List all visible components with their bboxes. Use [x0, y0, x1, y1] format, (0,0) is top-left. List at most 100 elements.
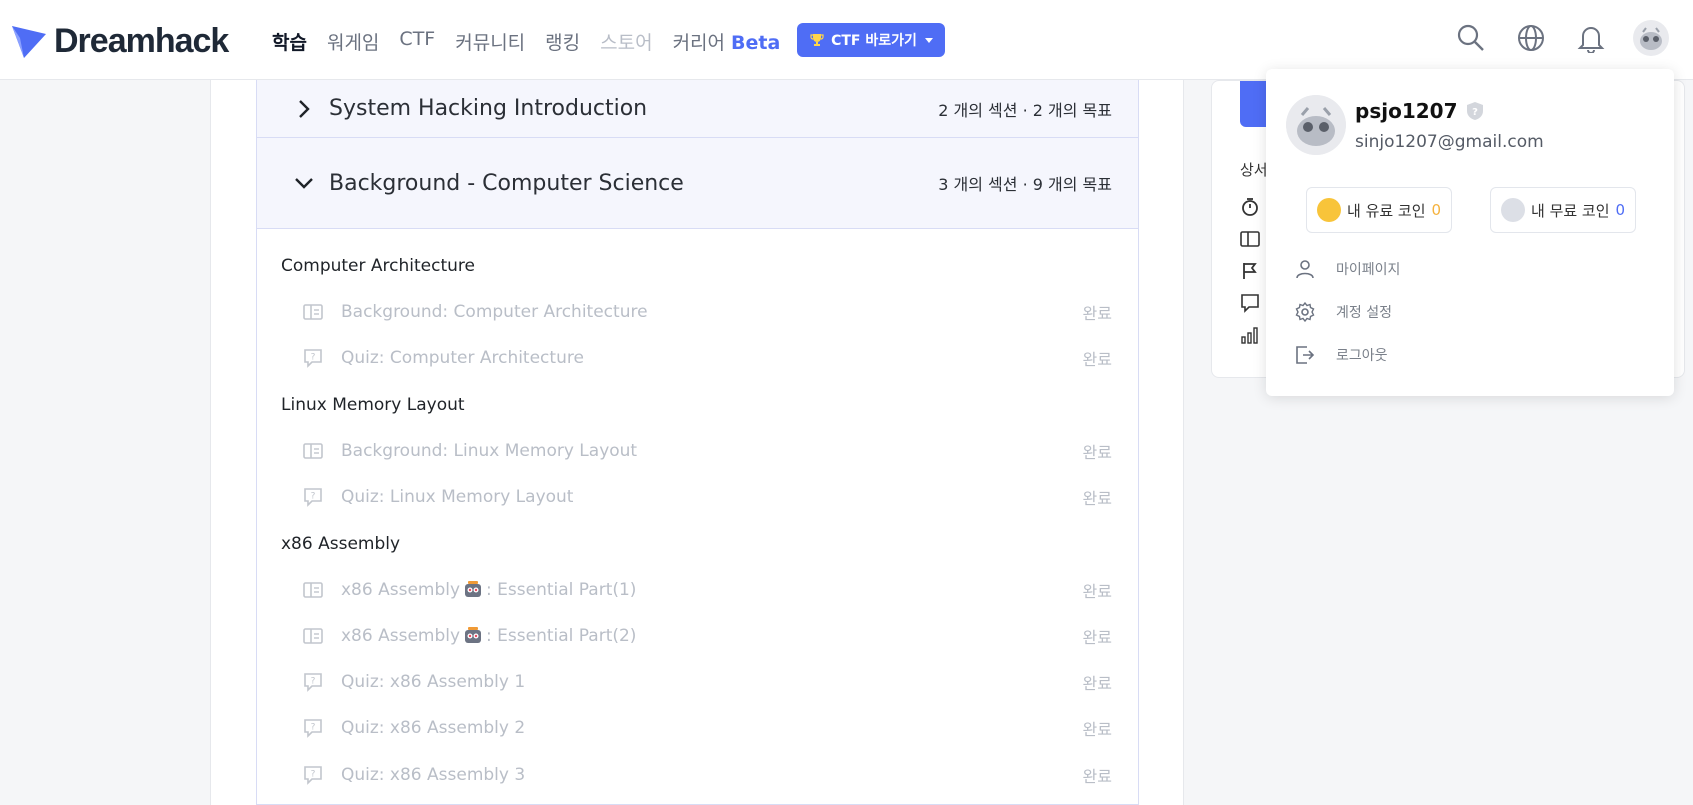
lesson-title: Quiz: Linux Memory Layout: [341, 487, 574, 507]
nav-wargame[interactable]: 워게임: [327, 28, 379, 55]
lesson-title: Quiz: x86 Assembly 1: [341, 672, 526, 692]
profile-avatar: [1286, 95, 1346, 155]
menu-item-label: 계정 설정: [1336, 305, 1392, 321]
lesson-status: 완료: [1082, 489, 1112, 508]
book-icon: [303, 302, 323, 322]
username-text: psjo1207: [1355, 99, 1458, 123]
chevron-down-icon: [287, 166, 321, 200]
menu-item-mypage[interactable]: 마이페이지: [1294, 255, 1400, 283]
quiz-icon: ?: [303, 672, 323, 692]
quiz-icon: ?: [303, 487, 323, 507]
book-icon: [303, 441, 323, 461]
nav-career-label: 커리어: [672, 32, 726, 54]
menu-item-account-settings[interactable]: 계정 설정: [1294, 298, 1392, 326]
quiz-icon: ?: [303, 765, 323, 785]
nav-ranking[interactable]: 랭킹: [545, 28, 580, 55]
lesson-status: 완료: [1082, 582, 1112, 601]
lesson-title-suffix: : Essential Part(1): [486, 580, 637, 600]
curriculum-card: System Hacking Introduction 2 개의 섹션 · 2 …: [256, 80, 1139, 805]
paid-coin-label: 내 유료 코인: [1347, 201, 1426, 220]
beta-badge: Beta: [731, 32, 781, 54]
svg-text:?: ?: [311, 353, 316, 363]
profile-email: sinjo1207@gmail.com: [1355, 132, 1544, 152]
bell-icon[interactable]: [1573, 20, 1609, 56]
lesson-title: Quiz: x86 Assembly 2: [341, 718, 526, 738]
header-actions: [1453, 20, 1669, 56]
bar-chart-icon: [1241, 327, 1258, 344]
lesson-title: x86 Assembly : Essential Part(1): [341, 580, 1083, 600]
svg-text:?: ?: [1473, 107, 1479, 118]
lesson-status: 완료: [1082, 350, 1112, 369]
nav-career[interactable]: 커리어 Beta: [673, 28, 781, 55]
lesson-status: 완료: [1082, 767, 1112, 786]
paid-coin-value: 0: [1431, 201, 1442, 219]
svg-text:?: ?: [311, 677, 316, 687]
section-header-background-cs[interactable]: Background - Computer Science 3 개의 섹션 · …: [257, 138, 1138, 229]
section-meta: 2 개의 섹션 · 2 개의 목표: [938, 100, 1112, 120]
book-icon: [303, 580, 323, 600]
lesson-title: Background: Linux Memory Layout: [341, 441, 638, 461]
free-coin-label: 내 무료 코인: [1531, 201, 1610, 220]
free-coin-button[interactable]: 내 무료 코인 0: [1490, 187, 1637, 233]
paid-coin-button[interactable]: 내 유료 코인 0: [1306, 187, 1453, 233]
svg-text:?: ?: [311, 492, 316, 502]
group-title-linux-memory-layout: Linux Memory Layout: [281, 395, 465, 415]
dreamhack-logo[interactable]: Dreamhack: [10, 22, 229, 61]
lesson-item[interactable]: ? Quiz: x86 Assembly 3 완료: [303, 761, 1112, 789]
nav-store[interactable]: 스토어: [600, 28, 652, 55]
group-title-computer-architecture: Computer Architecture: [281, 256, 475, 276]
lesson-status: 완료: [1082, 443, 1112, 462]
robot-emoji-icon: [465, 627, 482, 643]
section-title: System Hacking Introduction: [329, 96, 648, 121]
lesson-title-suffix: : Essential Part(2): [486, 626, 637, 646]
user-icon: [1294, 258, 1316, 280]
lesson-status: 완료: [1082, 304, 1112, 323]
chevron-down-icon: [924, 37, 933, 43]
nav-ctf[interactable]: CTF: [399, 28, 435, 55]
lesson-item[interactable]: Background: Linux Memory Layout 완료: [303, 437, 1112, 465]
lesson-item[interactable]: Background: Computer Architecture 완료: [303, 298, 1112, 326]
flag-icon: [1243, 263, 1257, 279]
side-panel-label: 상서: [1240, 161, 1268, 179]
top-navigation-bar: Dreamhack 학습 워게임 CTF 커뮤니티 랭킹 스토어 커리어 Beta…: [0, 0, 1693, 80]
user-avatar[interactable]: [1633, 20, 1669, 56]
free-coin-value: 0: [1615, 201, 1626, 219]
brand-name: Dreamhack: [54, 22, 229, 60]
trophy-icon: [810, 34, 824, 46]
shield-badge-icon: ?: [1467, 102, 1484, 120]
lesson-item[interactable]: ? Quiz: x86 Assembly 2 완료: [303, 714, 1112, 742]
robot-emoji-icon: [465, 581, 482, 597]
dreamhack-logo-icon: [12, 25, 46, 58]
lesson-status: 완료: [1082, 628, 1112, 647]
lesson-status: 완료: [1082, 720, 1112, 739]
section-header-system-hacking[interactable]: System Hacking Introduction 2 개의 섹션 · 2 …: [257, 80, 1138, 138]
svg-text:?: ?: [311, 723, 316, 733]
paid-coin-icon: [1317, 198, 1341, 222]
gear-icon: [1294, 301, 1316, 323]
section-meta: 3 개의 섹션 · 9 개의 목표: [938, 175, 1112, 194]
menu-item-logout[interactable]: 로그아웃: [1294, 341, 1388, 369]
menu-item-label: 마이페이지: [1336, 262, 1401, 278]
menu-item-label: 로그아웃: [1336, 348, 1388, 364]
svg-text:?: ?: [311, 770, 316, 780]
lesson-title: Quiz: x86 Assembly 3: [341, 765, 526, 785]
quiz-icon: [1241, 294, 1259, 313]
lesson-item[interactable]: x86 Assembly : Essential Part(1) 완료: [303, 576, 1112, 604]
lesson-item[interactable]: ? Quiz: Linux Memory Layout 완료: [303, 483, 1112, 511]
logout-icon: [1294, 344, 1316, 366]
lesson-title: Background: Computer Architecture: [341, 302, 648, 322]
lesson-item[interactable]: ? Quiz: Computer Architecture 완료: [303, 344, 1112, 372]
search-icon[interactable]: [1453, 20, 1489, 56]
nav-learn[interactable]: 학습: [272, 28, 307, 55]
lesson-item[interactable]: x86 Assembly : Essential Part(2) 완료: [303, 622, 1112, 650]
globe-icon[interactable]: [1513, 20, 1549, 56]
lesson-title: x86 Assembly : Essential Part(2): [341, 626, 1083, 646]
quiz-icon: ?: [303, 348, 323, 368]
lesson-item[interactable]: ? Quiz: x86 Assembly 1 완료: [303, 668, 1112, 696]
lesson-title-prefix: x86 Assembly: [341, 580, 461, 600]
lesson-status: 완료: [1082, 674, 1112, 693]
nav-community[interactable]: 커뮤니티: [455, 28, 525, 55]
ctf-shortcut-button[interactable]: CTF 바로가기: [797, 23, 945, 57]
user-dropdown-menu: psjo1207 ? sinjo1207@gmail.com 내 유료 코인 0…: [1266, 69, 1674, 396]
group-title-x86-assembly: x86 Assembly: [281, 534, 401, 554]
